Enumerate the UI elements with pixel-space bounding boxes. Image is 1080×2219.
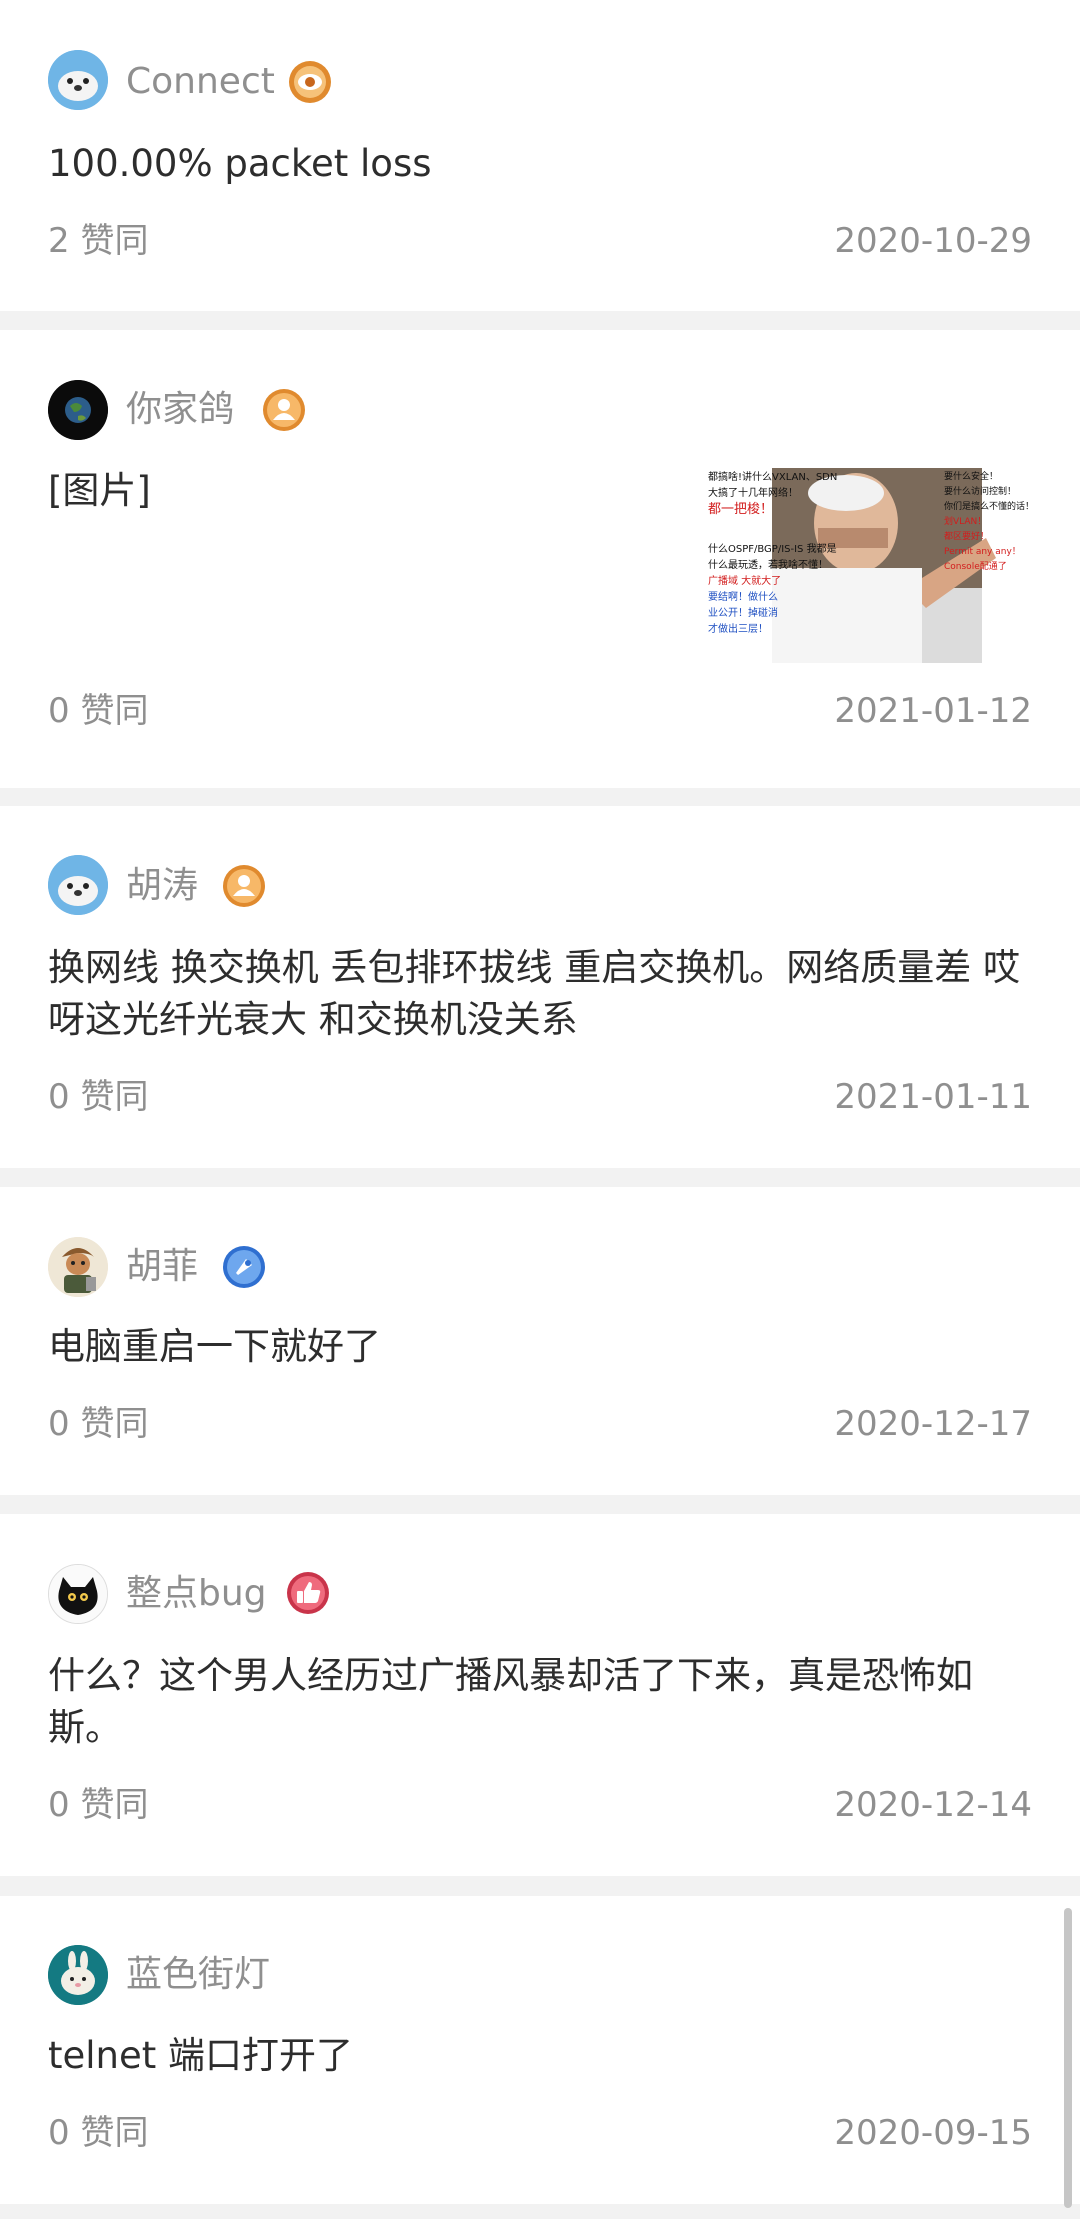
- person-badge-icon: [262, 388, 306, 432]
- comment-text: 什么？这个男人经历过广播风暴却活了下来，真是恐怖如斯。: [48, 1654, 973, 1749]
- avatar[interactable]: [48, 1237, 108, 1297]
- thumbs-up-badge-icon: [286, 1571, 330, 1615]
- comment-card: 胡菲 电脑重启一下就好了 0 赞同 2020-12-17: [0, 1187, 1080, 1495]
- eye-badge-icon: [288, 60, 332, 104]
- comment-image[interactable]: 都搞啥!讲什么VXLAN、SDN 大搞了十几年网络！ 都一把梭！ 什么OSPF/…: [706, 468, 1036, 663]
- avatar[interactable]: [48, 1945, 108, 2005]
- image-text-left: 都搞啥!讲什么VXLAN、SDN 大搞了十几年网络！ 都一把梭！ 什么OSPF/…: [708, 472, 838, 635]
- like-count[interactable]: 0 赞同: [48, 1784, 148, 1826]
- comment-card: Connect 100.00% packet loss 2 赞同 2020-10…: [0, 0, 1080, 311]
- comment-text: 换网线 换交换机 丢包排环拔线 重启交换机。网络质量差 哎呀这光纤光衰大 和交换…: [48, 946, 1021, 1041]
- comment-card: 胡涛 换网线 换交换机 丢包排环拔线 重启交换机。网络质量差 哎呀这光纤光衰大 …: [0, 806, 1080, 1168]
- comment-card: 整点bug 什么？这个男人经历过广播风暴却活了下来，真是恐怖如斯。 0 赞同 2…: [0, 1514, 1080, 1876]
- comment-date: 2021-01-12: [834, 691, 1032, 731]
- comment-date: 2020-12-14: [834, 1785, 1032, 1825]
- like-count[interactable]: 0 赞同: [48, 2112, 148, 2154]
- like-count[interactable]: 2 赞同: [48, 220, 148, 262]
- avatar[interactable]: [48, 855, 108, 915]
- comment-date: 2020-12-17: [834, 1404, 1032, 1444]
- comment-text: 电脑重启一下就好了: [48, 1325, 381, 1368]
- like-count[interactable]: 0 赞同: [48, 690, 148, 732]
- comment-date: 2020-09-15: [834, 2113, 1032, 2153]
- username[interactable]: 胡菲: [126, 1245, 198, 1289]
- like-count[interactable]: 0 赞同: [48, 1403, 148, 1445]
- username[interactable]: 你家鸽: [126, 388, 234, 432]
- image-text-right: 要什么安全！ 要什么访问控制！ 你们是搞么不懂的话！ 划VLAN！ 都区要好！ …: [944, 472, 1035, 572]
- username[interactable]: 胡涛: [126, 864, 198, 908]
- comment-text: telnet 端口打开了: [48, 2034, 354, 2077]
- comment-card: 你家鸽 [图片] 都搞啥!讲什么VXLAN、SDN 大搞了十几年网络！ 都一把梭…: [0, 330, 1080, 788]
- avatar[interactable]: [48, 1564, 108, 1624]
- comment-date: 2020-10-29: [834, 221, 1032, 261]
- scrollbar[interactable]: [1064, 1908, 1072, 2208]
- username[interactable]: Connect: [126, 60, 275, 104]
- avatar[interactable]: [48, 50, 108, 110]
- like-count[interactable]: 0 赞同: [48, 1076, 148, 1118]
- comment-card: 蓝色街灯 telnet 端口打开了 0 赞同 2020-09-15: [0, 1896, 1080, 2204]
- username[interactable]: 蓝色街灯: [126, 1953, 270, 1997]
- person-badge-icon: [222, 864, 266, 908]
- username[interactable]: 整点bug: [126, 1572, 267, 1616]
- avatar[interactable]: [48, 380, 108, 440]
- blue-rocket-badge-icon: [222, 1245, 266, 1289]
- comment-date: 2021-01-11: [834, 1077, 1032, 1117]
- comment-text: 100.00% packet loss: [48, 142, 432, 185]
